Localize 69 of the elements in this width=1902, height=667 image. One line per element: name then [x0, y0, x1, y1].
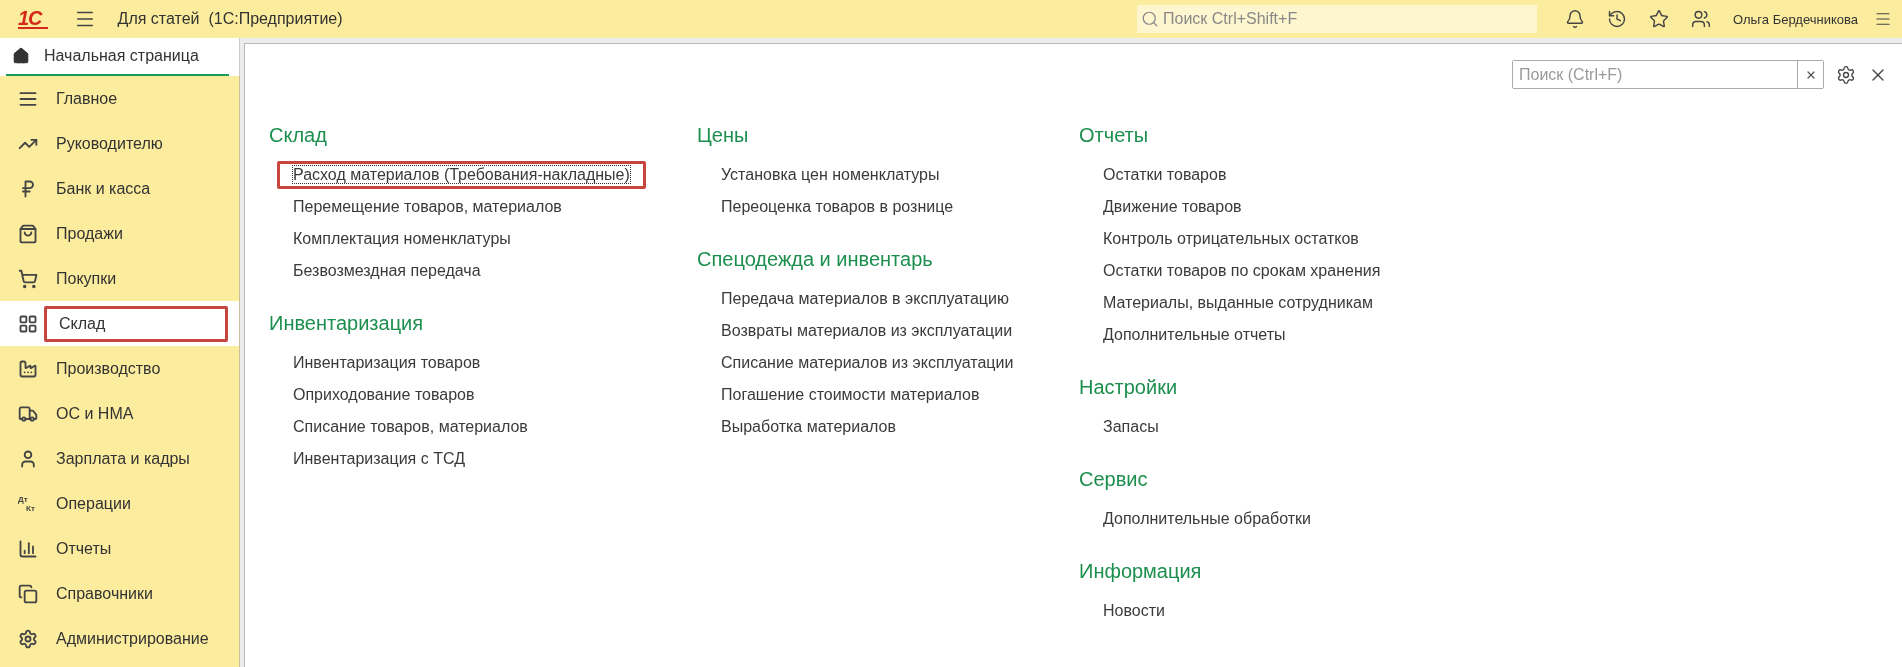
- user-name[interactable]: Ольга Бердечникова: [1733, 11, 1858, 27]
- menu-link[interactable]: Погашение стоимости материалов: [721, 384, 980, 406]
- sidebar-item[interactable]: Склад: [0, 301, 239, 346]
- sidebar-item[interactable]: Главное: [0, 76, 239, 121]
- sidebar-item[interactable]: Дт Кт Операции: [0, 481, 239, 526]
- sidebar-item[interactable]: Справочники: [0, 571, 239, 616]
- section-heading: Отчеты: [1079, 123, 1150, 148]
- section-heading: Цены: [697, 123, 750, 148]
- menu-link[interactable]: Остатки товаров по срокам хранения: [1103, 260, 1381, 282]
- sidebar-item[interactable]: ОС и НМА: [0, 391, 239, 436]
- app-logo: 1С: [18, 9, 48, 29]
- menu-link[interactable]: Расход материалов (Требования-накладные): [277, 161, 646, 189]
- factory-icon: [18, 358, 38, 379]
- sidebar-item[interactable]: Продажи: [0, 211, 239, 256]
- star-icon[interactable]: [1649, 9, 1670, 29]
- menu-link[interactable]: Переоценка товаров в рознице: [721, 196, 954, 218]
- sidebar-item[interactable]: Покупки: [0, 256, 239, 301]
- menu-link[interactable]: Комплектация номенклатуры: [293, 228, 511, 250]
- search-field[interactable]: Поиск Ctrl+Shift+F: [1137, 5, 1538, 33]
- menu-link[interactable]: Инвентаризация с ТСД: [293, 448, 465, 470]
- section-heading: Настройки: [1079, 375, 1179, 400]
- window-title: Для статей (1С:Предприятие): [117, 10, 343, 28]
- sidebar-item[interactable]: Отчеты: [0, 526, 239, 571]
- menu-link[interactable]: Передача материалов в эксплуатацию: [721, 288, 1009, 310]
- search-field[interactable]: Поиск (Ctrl+F): [1512, 60, 1824, 89]
- menu-icon[interactable]: [1874, 10, 1892, 28]
- menu-link[interactable]: Инвентаризация товаров: [293, 352, 481, 374]
- search-input[interactable]: Поиск Ctrl+Shift+F: [1161, 9, 1538, 29]
- bell-icon[interactable]: [1565, 9, 1586, 29]
- menu-link[interactable]: Списание материалов из эксплуатации: [721, 352, 1014, 374]
- menu-link[interactable]: Новости: [1103, 600, 1165, 622]
- menu-link[interactable]: Списание товаров, материалов: [293, 416, 528, 438]
- menu-link[interactable]: Возвраты материалов из эксплуатации: [721, 320, 1013, 342]
- menu-link[interactable]: Контроль отрицательных остатков: [1103, 228, 1359, 250]
- menu-link[interactable]: Материалы, выданные сотрудникам: [1103, 292, 1373, 314]
- section-heading: Сервис: [1079, 467, 1149, 492]
- users-icon[interactable]: [1691, 9, 1712, 29]
- debit-credit-icon: Дт Кт: [18, 494, 38, 513]
- menu-link[interactable]: Остатки товаров: [1103, 164, 1227, 186]
- section-heading: Склад: [269, 123, 328, 148]
- menu-link[interactable]: Безвозмездная передача: [293, 260, 481, 282]
- stacked-pages-icon: [18, 583, 38, 604]
- grid-icon: [18, 313, 38, 334]
- sidebar-item[interactable]: Руководителю: [0, 121, 239, 166]
- bar-chart-icon: [18, 538, 38, 559]
- menu-link[interactable]: Движение товаров: [1103, 196, 1242, 218]
- menu-link[interactable]: Оприходование товаров: [293, 384, 475, 406]
- cart-icon: [18, 268, 38, 289]
- sidebar-item[interactable]: Зарплата и кадры: [0, 436, 239, 481]
- sidebar-item[interactable]: Банк и касса: [0, 166, 239, 211]
- menu-link[interactable]: Перемещение товаров, материалов: [293, 196, 562, 218]
- section-heading: Инвентаризация: [269, 311, 425, 336]
- section-heading: Спецодежда и инвентарь: [697, 247, 934, 272]
- truck-icon: [18, 403, 38, 424]
- history-icon[interactable]: [1607, 9, 1628, 29]
- search-icon: [1141, 10, 1160, 28]
- sidebar-item[interactable]: Администрирование: [0, 616, 239, 661]
- home-icon: [12, 47, 30, 65]
- menu-link[interactable]: Дополнительные обработки: [1103, 508, 1311, 530]
- bag-icon: [18, 223, 38, 244]
- person-icon: [18, 448, 38, 469]
- menu-link[interactable]: Запасы: [1103, 416, 1159, 438]
- menu-link[interactable]: Установка цен номенклатуры: [721, 164, 940, 186]
- sidebar-item[interactable]: Производство: [0, 346, 239, 391]
- section-heading: Информация: [1079, 559, 1203, 584]
- gear-icon: [18, 628, 38, 649]
- settings-icon[interactable]: [1836, 64, 1856, 85]
- menu-link[interactable]: Дополнительные отчеты: [1103, 324, 1286, 346]
- menu-link[interactable]: Выработка материалов: [721, 416, 896, 438]
